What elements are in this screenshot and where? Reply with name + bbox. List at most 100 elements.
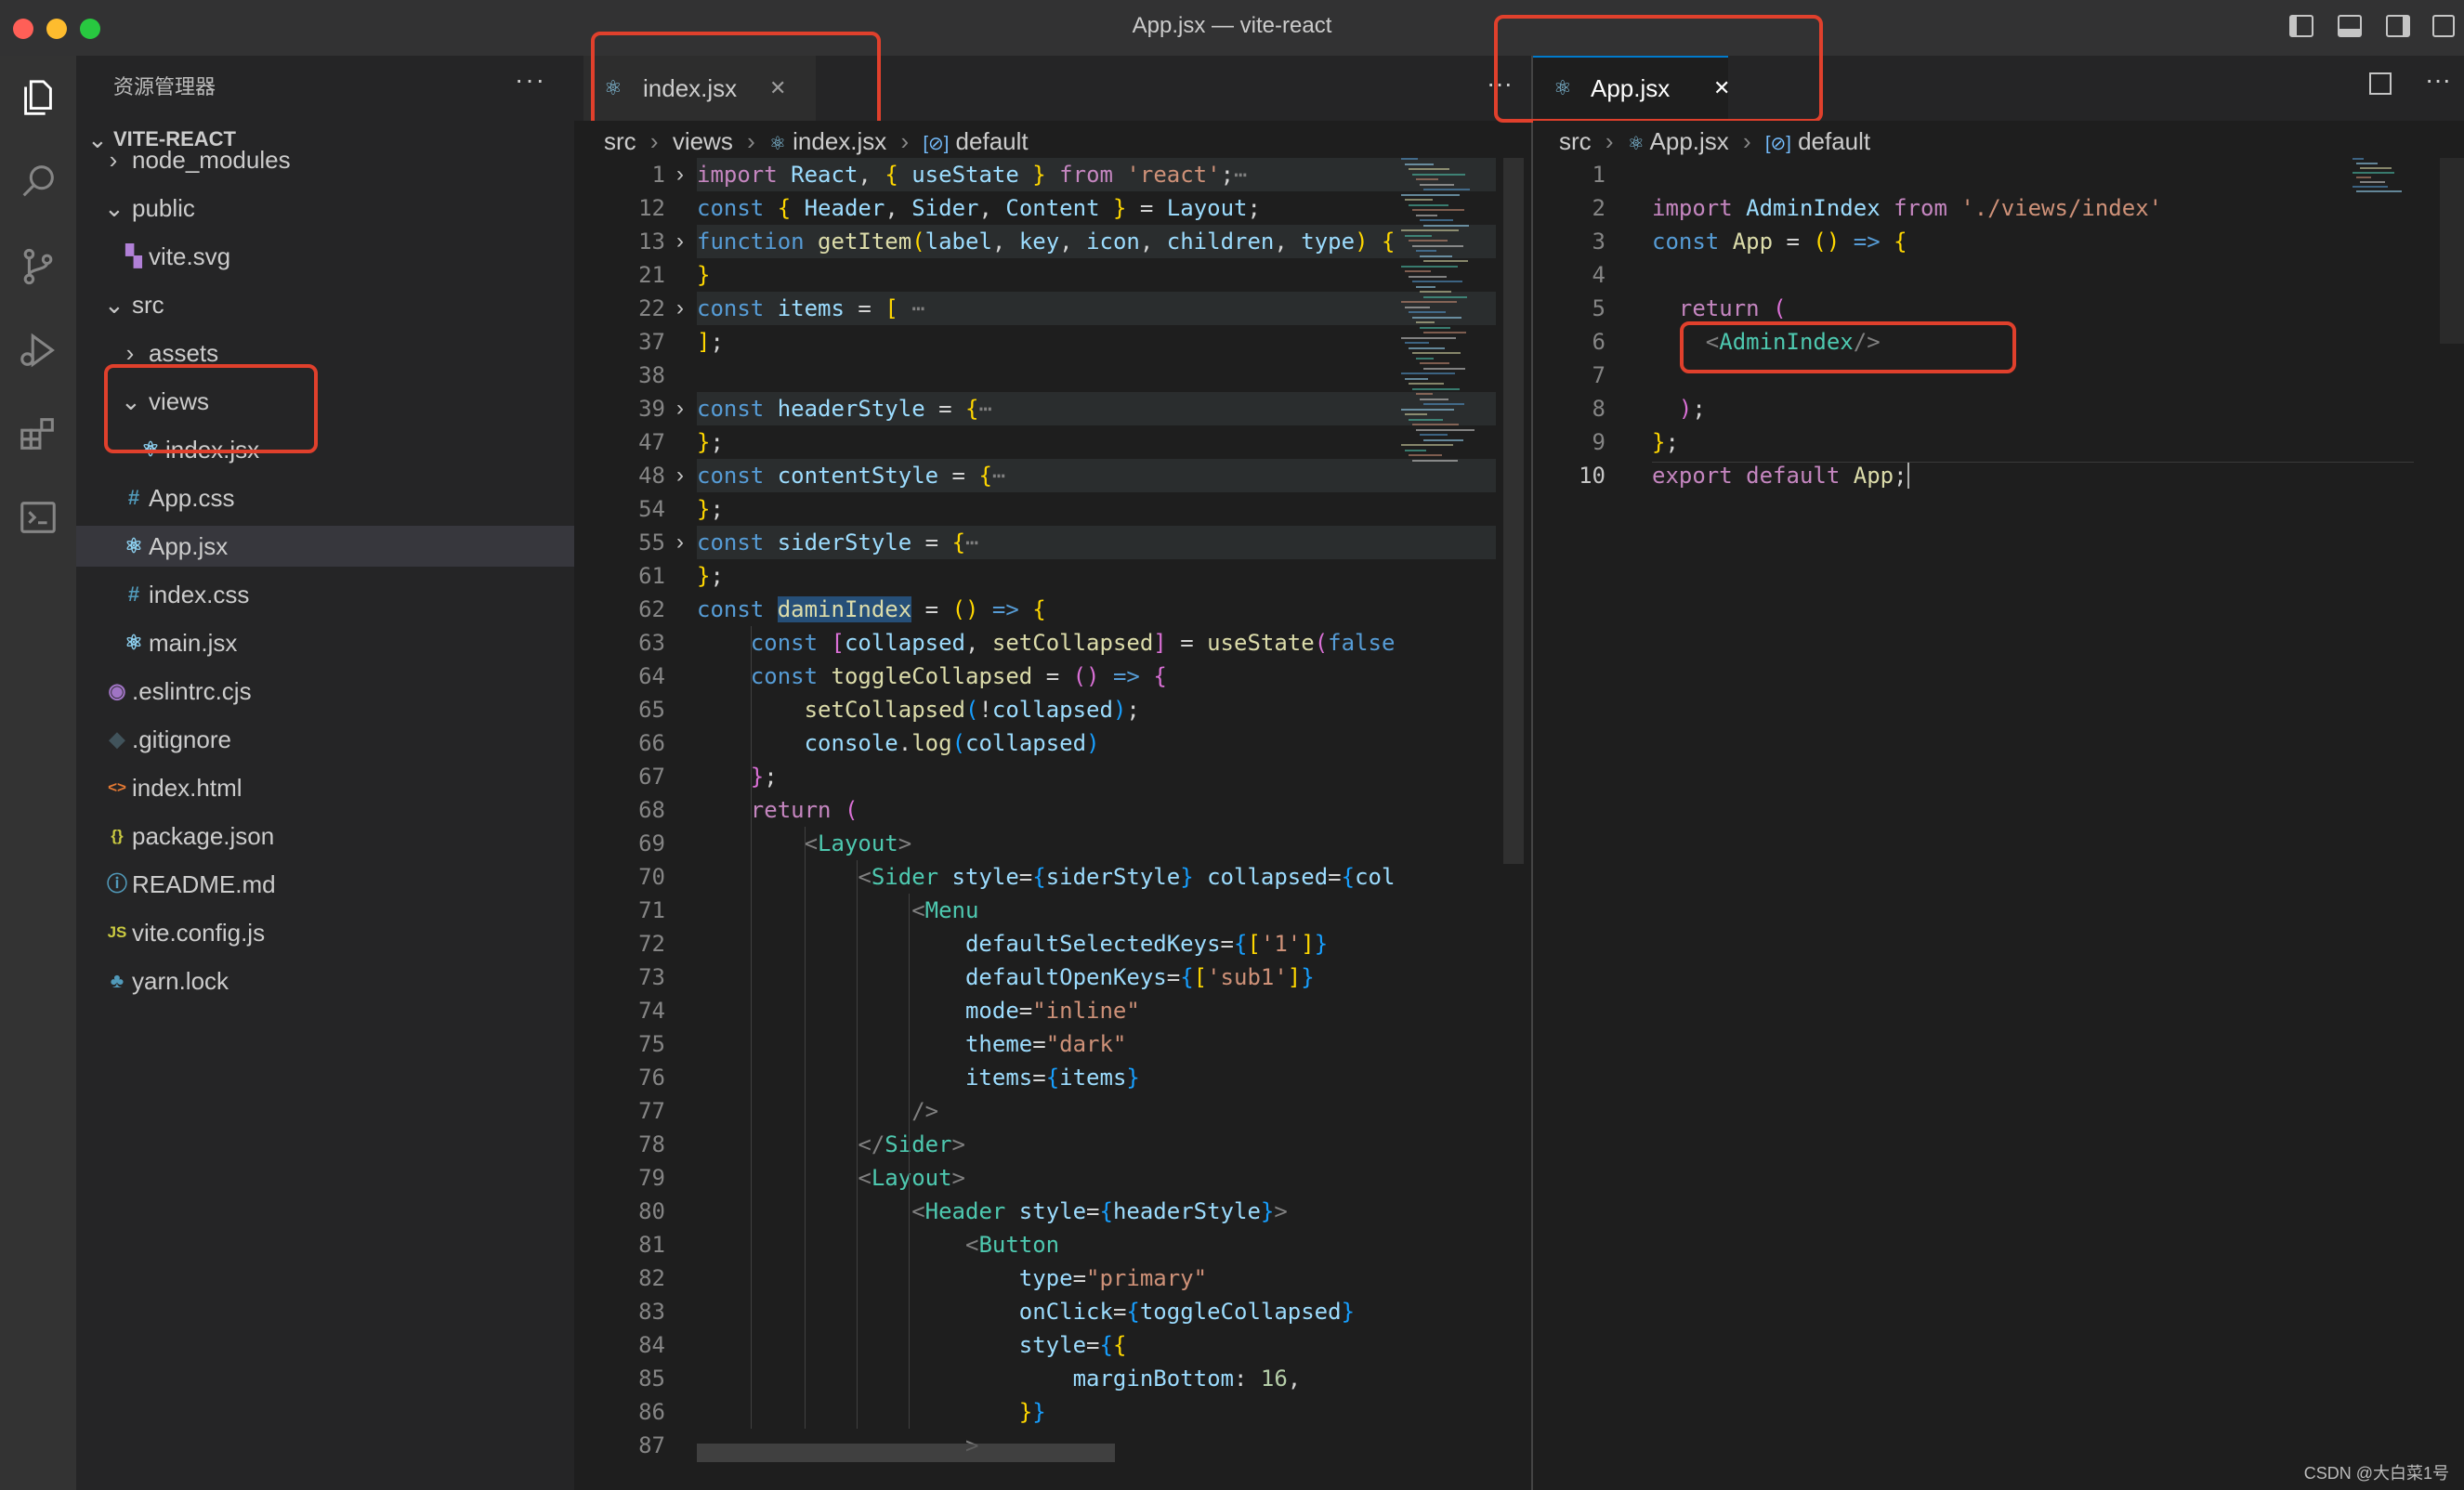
code-line: } xyxy=(697,262,711,288)
fold-chevron-icon[interactable]: › xyxy=(676,392,684,425)
tree-item-node-modules[interactable]: › node_modules xyxy=(76,139,574,180)
terminal-icon[interactable] xyxy=(13,492,63,542)
title-bar: App.jsx — vite-react xyxy=(0,0,2464,57)
tree-item-readme-md[interactable]: ⓘ README.md xyxy=(76,864,574,905)
minimap-line xyxy=(1416,393,1433,395)
svg-file-icon: ▚ xyxy=(125,244,142,268)
code-line: type="primary" xyxy=(1018,1265,1208,1291)
line-number: 37 xyxy=(638,329,665,355)
line-number: 65 xyxy=(638,697,665,723)
code-line: mode="inline" xyxy=(964,998,1140,1024)
fold-chevron-icon[interactable]: › xyxy=(676,158,684,191)
minimap-line xyxy=(1416,357,1434,359)
line-number: 73 xyxy=(638,964,665,990)
scrollbar-track[interactable] xyxy=(2440,158,2464,344)
code-line: export default App; xyxy=(1652,463,1909,489)
run-debug-icon[interactable] xyxy=(13,325,63,375)
tree-item-public[interactable]: ⌄ public xyxy=(76,188,574,229)
editor-more-actions-icon[interactable]: ··· xyxy=(2425,65,2451,95)
minimap[interactable] xyxy=(2351,158,2425,195)
fold-chevron-icon[interactable]: › xyxy=(676,459,684,492)
activity-bar xyxy=(0,56,76,1490)
minimap-line xyxy=(1423,367,1465,370)
minimap-line xyxy=(1416,321,1435,323)
line-number: 84 xyxy=(638,1332,665,1358)
chevron-down-icon: ⌄ xyxy=(104,291,125,319)
fold-chevron-icon[interactable]: › xyxy=(676,526,684,559)
line-number: 3 xyxy=(1592,229,1606,255)
toggle-primary-sidebar-icon[interactable] xyxy=(2289,15,2313,37)
extensions-icon[interactable] xyxy=(13,409,63,459)
line-number: 55 xyxy=(638,529,665,555)
crumb-symbol[interactable]: default xyxy=(956,127,1029,155)
explorer-icon[interactable] xyxy=(13,72,63,123)
code-line: const contentStyle = {⋯ xyxy=(697,459,1496,492)
fold-chevron-icon[interactable]: › xyxy=(676,292,684,325)
minimap-line xyxy=(1420,219,1453,221)
tree-item-label: vite.config.js xyxy=(132,919,266,947)
code-line: setCollapsed(!collapsed); xyxy=(804,697,1140,723)
line-number: 74 xyxy=(638,998,665,1024)
line-number: 22 xyxy=(638,295,665,321)
toggle-secondary-sidebar-icon[interactable] xyxy=(2386,15,2410,37)
source-control-icon[interactable] xyxy=(13,242,63,292)
tree-item-app-jsx[interactable]: ⚛ App.jsx xyxy=(76,526,574,567)
tree-item-index-html[interactable]: <> index.html xyxy=(76,767,574,808)
crumb-src[interactable]: src xyxy=(604,127,636,155)
minimap-line xyxy=(1420,362,1449,364)
chevron-down-icon: ⌄ xyxy=(104,194,125,222)
crumb-symbol[interactable]: default xyxy=(1798,127,1870,155)
chevron-right-icon: › xyxy=(747,127,755,155)
code-line: import React, { useState } from 'react';… xyxy=(697,158,1496,191)
tree-item-yarn-lock[interactable]: ♣ yarn.lock xyxy=(76,961,574,1001)
tree-item-app-css[interactable]: # App.css xyxy=(76,477,574,518)
minimap-line xyxy=(1405,306,1430,308)
react-file-icon: ⚛ xyxy=(125,631,143,654)
explorer-more-actions-icon[interactable]: ··· xyxy=(515,65,546,95)
tree-item-package-json[interactable]: {} package.json xyxy=(76,816,574,856)
code-line: </Sider> xyxy=(858,1131,965,1157)
crumb-file[interactable]: index.jsx xyxy=(793,127,886,155)
explorer-title: 资源管理器 xyxy=(113,75,216,98)
tree-item-vite-svg[interactable]: ▚ vite.svg xyxy=(76,236,574,277)
code-line: defaultSelectedKeys={['1']} xyxy=(964,931,1329,957)
search-icon[interactable] xyxy=(13,156,63,206)
line-number: 54 xyxy=(638,496,665,522)
crumb-file[interactable]: App.jsx xyxy=(1650,127,1729,155)
toggle-panel-icon[interactable] xyxy=(2338,15,2362,37)
minimap-line xyxy=(1416,428,1474,431)
minimap-line xyxy=(1420,291,1451,293)
info-file-icon: ⓘ xyxy=(106,872,127,895)
tree-item-vite-config-js[interactable]: JS vite.config.js xyxy=(76,912,574,953)
horizontal-scrollbar[interactable] xyxy=(697,1444,1115,1462)
minimap[interactable] xyxy=(1397,158,1474,474)
customize-layout-icon[interactable] xyxy=(2432,15,2455,37)
line-number: 87 xyxy=(638,1432,665,1458)
minimap-line xyxy=(1423,189,1470,190)
minimap-line xyxy=(1409,383,1444,385)
indent-guide xyxy=(857,860,858,1429)
code-area[interactable]: import React, { useState } from 'react';… xyxy=(697,158,1498,1481)
crumb-src[interactable]: src xyxy=(1559,127,1592,155)
split-editor-icon[interactable] xyxy=(2369,72,2392,95)
line-number: 70 xyxy=(638,864,665,890)
minimap-line xyxy=(1423,295,1467,298)
tree-item-gitignore[interactable]: ◆ .gitignore xyxy=(76,719,574,760)
crumb-views[interactable]: views xyxy=(673,127,733,155)
scrollbar-thumb[interactable] xyxy=(1503,158,1524,864)
minimap-line xyxy=(1412,173,1465,176)
code-line: function getItem(label, key, icon, child… xyxy=(697,225,1496,258)
yarn-file-icon: ♣ xyxy=(110,969,125,992)
minimap-line xyxy=(2356,176,2371,178)
minimap-line xyxy=(1412,459,1458,462)
tree-item-main-jsx[interactable]: ⚛ main.jsx xyxy=(76,622,574,663)
line-number: 82 xyxy=(638,1265,665,1291)
tree-item-src[interactable]: ⌄ src xyxy=(76,284,574,325)
fold-chevron-icon[interactable]: › xyxy=(676,225,684,258)
tree-item-eslintrc-cjs[interactable]: ◉ .eslintrc.cjs xyxy=(76,671,574,712)
line-number: 62 xyxy=(638,596,665,622)
indent-guide xyxy=(751,626,752,1429)
tree-item-index-css[interactable]: # index.css xyxy=(76,574,574,615)
tree-item-label: .gitignore xyxy=(132,725,231,753)
code-line: console.log(collapsed) xyxy=(804,730,1100,756)
